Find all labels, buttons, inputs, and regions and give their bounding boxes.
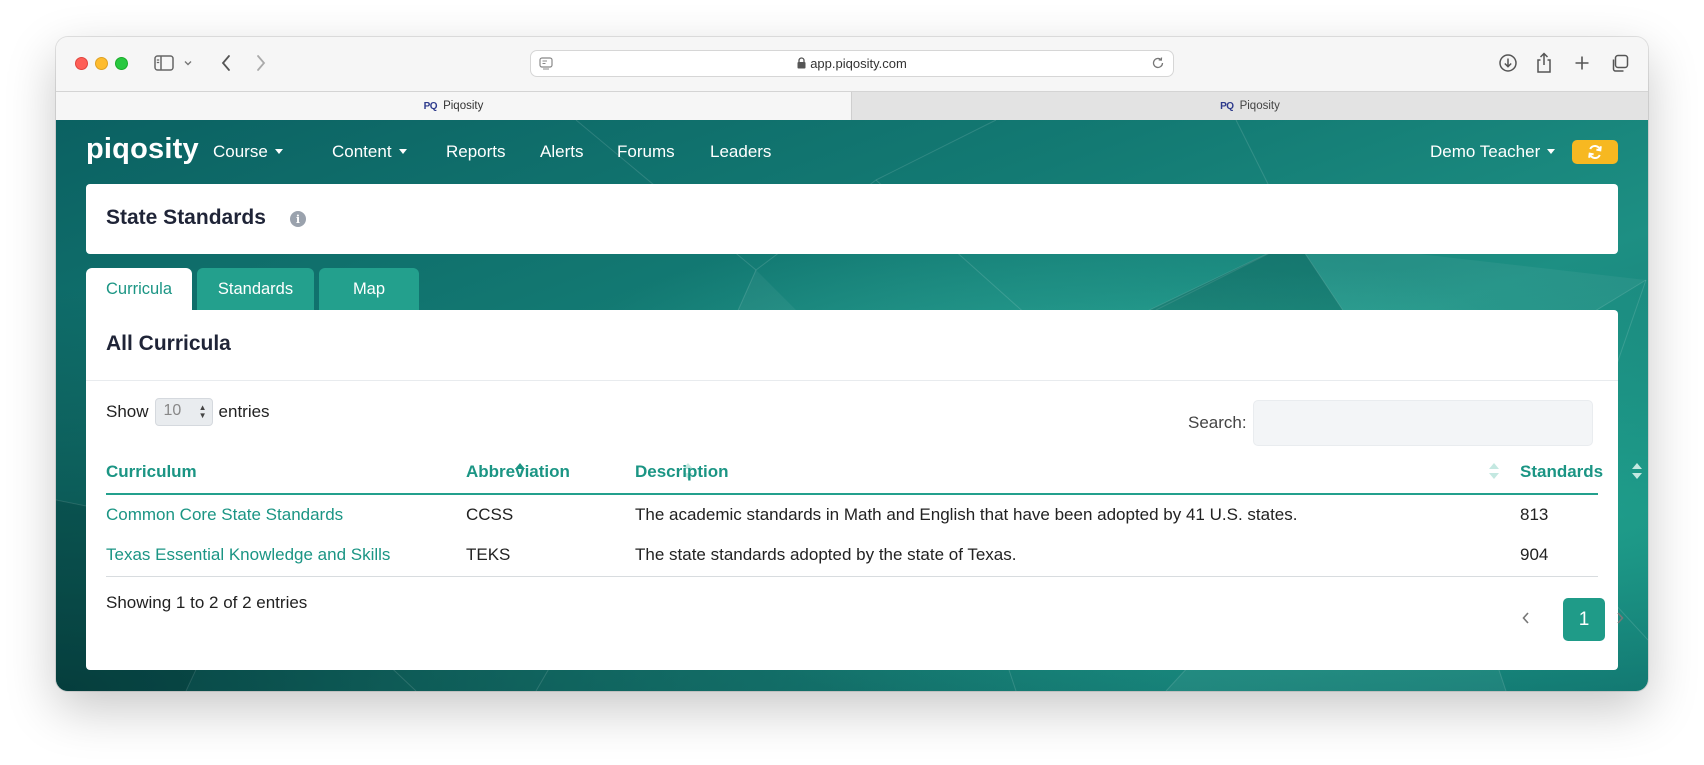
user-name: Demo Teacher bbox=[1430, 142, 1541, 161]
url-text: app.piqosity.com bbox=[531, 56, 1173, 72]
row-curriculum-link[interactable]: Common Core State Standards bbox=[106, 505, 343, 525]
piqosity-logo[interactable]: piqosity bbox=[86, 133, 199, 166]
browser-toolbar: app.piqosity.com bbox=[56, 37, 1648, 91]
tab-overview-icon[interactable] bbox=[1608, 51, 1630, 75]
row-standards-count: 904 bbox=[1520, 545, 1549, 564]
nav-course-dropdown[interactable]: Course bbox=[213, 142, 283, 162]
pagination-previous-button[interactable] bbox=[1516, 608, 1536, 628]
sort-icon[interactable] bbox=[1488, 462, 1500, 480]
row-abbreviation: TEKS bbox=[466, 545, 511, 564]
sync-icon bbox=[1588, 144, 1602, 160]
zoom-window-button[interactable] bbox=[115, 57, 128, 70]
nav-content-label: Content bbox=[332, 142, 392, 161]
row-standards-count: 813 bbox=[1520, 505, 1549, 524]
sort-icon[interactable] bbox=[1631, 462, 1643, 480]
back-icon[interactable] bbox=[216, 51, 236, 75]
page-header-card: State Standards i bbox=[86, 184, 1618, 254]
chevron-left-icon bbox=[1522, 612, 1529, 624]
nav-course-label: Course bbox=[213, 142, 268, 161]
sidebar-icon[interactable] bbox=[152, 51, 176, 75]
table-header-divider bbox=[106, 493, 1598, 495]
column-header-standards[interactable]: Standards bbox=[1520, 462, 1603, 482]
browser-tab-active[interactable]: PQ Piqosity bbox=[56, 92, 852, 120]
web-page: piqosity Course Content Reports Alerts F… bbox=[56, 120, 1648, 691]
top-navbar: piqosity Course Content Reports Alerts F… bbox=[56, 120, 1648, 184]
tab-standards[interactable]: Standards bbox=[197, 268, 314, 310]
browser-tab-bar: PQ Piqosity PQ Piqosity bbox=[56, 91, 1648, 120]
new-tab-icon[interactable] bbox=[1571, 51, 1593, 75]
card-divider bbox=[86, 380, 1618, 381]
show-label: Show bbox=[106, 402, 149, 421]
nav-leaders[interactable]: Leaders bbox=[710, 142, 771, 162]
page-title: State Standards bbox=[106, 206, 266, 229]
browser-tab-title: Piqosity bbox=[443, 100, 484, 112]
column-header-description[interactable]: Description bbox=[635, 462, 729, 482]
nav-content-dropdown[interactable]: Content bbox=[332, 142, 407, 162]
row-curriculum-link[interactable]: Texas Essential Knowledge and Skills bbox=[106, 545, 390, 565]
close-window-button[interactable] bbox=[75, 57, 88, 70]
search-label: Search: bbox=[1188, 413, 1247, 432]
table-info-text: Showing 1 to 2 of 2 entries bbox=[106, 593, 308, 612]
pagination-next-button[interactable] bbox=[1610, 608, 1630, 628]
entries-label: entries bbox=[218, 402, 270, 421]
info-icon[interactable]: i bbox=[290, 211, 306, 227]
tab-map[interactable]: Map bbox=[319, 268, 419, 310]
pagination-page-1[interactable]: 1 bbox=[1563, 598, 1605, 641]
nav-alerts[interactable]: Alerts bbox=[540, 142, 583, 162]
forward-icon[interactable] bbox=[251, 51, 271, 75]
browser-tab-title: Piqosity bbox=[1239, 100, 1280, 112]
chevron-right-icon bbox=[1617, 612, 1624, 624]
column-header-curriculum[interactable]: Curriculum bbox=[106, 462, 197, 482]
entries-select[interactable]: 10 ▲ ▼ bbox=[154, 398, 213, 426]
reload-icon[interactable] bbox=[1151, 56, 1165, 75]
lock-icon bbox=[797, 57, 806, 72]
table-bottom-divider bbox=[106, 576, 1598, 577]
nav-reports[interactable]: Reports bbox=[446, 142, 506, 162]
browser-tab[interactable]: PQ Piqosity bbox=[852, 92, 1648, 120]
user-menu-dropdown[interactable]: Demo Teacher bbox=[1430, 142, 1556, 162]
chevron-down-icon[interactable] bbox=[181, 51, 195, 75]
browser-window: app.piqosity.com PQ Piqosity PQ Piqosity bbox=[56, 37, 1648, 691]
piqosity-favicon-icon: PQ bbox=[423, 100, 438, 112]
row-abbreviation: CCSS bbox=[466, 505, 514, 524]
curricula-card: All Curricula Show 10 ▲ ▼ entries Search:… bbox=[86, 310, 1642, 670]
sync-button[interactable] bbox=[1572, 140, 1618, 164]
url-label: app.piqosity.com bbox=[810, 56, 907, 71]
row-description: The state standards adopted by the state… bbox=[635, 545, 1017, 564]
entries-select-value: 10 bbox=[163, 402, 182, 419]
downloads-icon[interactable] bbox=[1497, 51, 1519, 75]
row-description: The academic standards in Math and Engli… bbox=[635, 505, 1298, 524]
piqosity-favicon-icon: PQ bbox=[1220, 100, 1234, 112]
minimize-window-button[interactable] bbox=[95, 57, 108, 70]
entries-length-control: Show 10 ▲ ▼ entries bbox=[106, 398, 270, 426]
select-arrows-icon: ▲ ▼ bbox=[198, 403, 207, 420]
column-header-abbreviation[interactable]: Abbreviation bbox=[466, 462, 570, 482]
card-title: All Curricula bbox=[106, 332, 231, 355]
tab-curricula[interactable]: Curricula bbox=[86, 268, 192, 311]
caret-down-icon bbox=[274, 149, 283, 154]
caret-down-icon bbox=[398, 149, 407, 154]
search-input[interactable] bbox=[1253, 400, 1593, 446]
address-bar[interactable]: app.piqosity.com bbox=[530, 50, 1174, 77]
share-icon[interactable] bbox=[1533, 51, 1555, 75]
caret-down-icon bbox=[1547, 149, 1556, 154]
nav-forums[interactable]: Forums bbox=[617, 142, 675, 162]
